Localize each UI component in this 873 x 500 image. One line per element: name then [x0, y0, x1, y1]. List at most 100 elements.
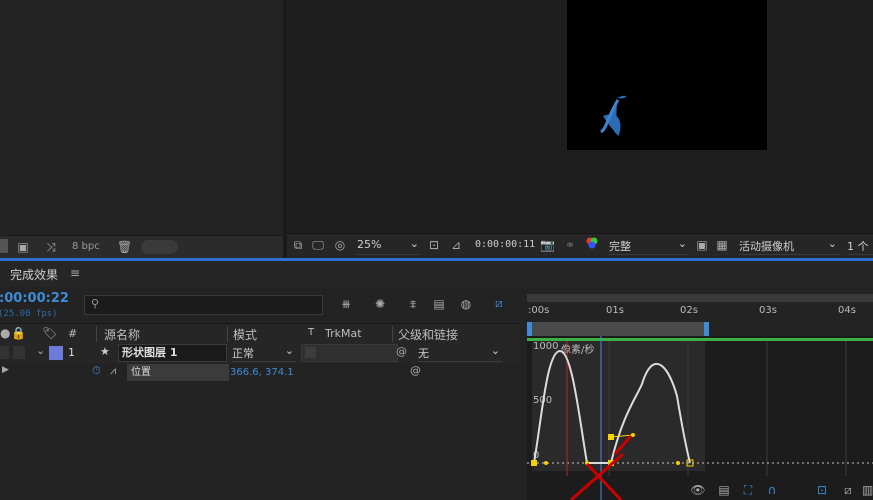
column-mode[interactable]: 模式: [233, 326, 257, 343]
lock-icon[interactable]: 🔒: [11, 325, 26, 341]
layer-number: 1: [68, 346, 75, 359]
monitor-icon[interactable]: 🖵: [311, 237, 325, 253]
property-name[interactable]: 位置: [127, 364, 229, 381]
column-divider: [96, 326, 97, 342]
chevron-down-icon: ⌄: [490, 344, 500, 357]
lock-toggle[interactable]: [13, 346, 25, 359]
layer-name[interactable]: 形状图层 1: [118, 344, 227, 362]
composition-canvas[interactable]: [567, 0, 767, 150]
draft-3d-icon[interactable]: ✺: [371, 296, 389, 312]
resolution-dropdown[interactable]: 完整 ⌄: [609, 237, 689, 255]
speed-graph[interactable]: [527, 336, 873, 500]
property-value[interactable]: 366.6, 374.1: [230, 367, 294, 378]
resolution-icon[interactable]: ⊡: [427, 237, 441, 253]
mode-dropdown[interactable]: 正常 ⌄: [232, 344, 296, 362]
trkmat-box[interactable]: [301, 344, 398, 362]
graph-toolbar: 👁 ▤ ⛶ ∩ ⊡ ⧄ ▥: [690, 480, 873, 500]
viewer-toolbar: ⧉ 🖵 ◎ 25% ⌄ ⊡ ⊿ 0:00:00:11 📷 ⚭ 完整 ⌄ ▣ ▦ …: [287, 233, 873, 258]
fit-all-icon[interactable]: ⧄: [840, 482, 856, 498]
flowchart-icon[interactable]: ⤨: [42, 239, 60, 255]
column-source-name[interactable]: 源名称: [104, 326, 140, 343]
zoom-value: 25%: [357, 238, 382, 251]
camera-value: 活动摄像机: [739, 240, 794, 253]
chevron-down-icon: ⌄: [409, 237, 419, 250]
motion-blur-icon[interactable]: ▤: [430, 296, 448, 312]
current-time[interactable]: 0:00:00:22: [0, 291, 69, 306]
stopwatch-icon[interactable]: ⏱: [92, 364, 101, 378]
frame-blending-icon[interactable]: ⩨: [404, 296, 422, 312]
column-parent[interactable]: 父级和链接: [398, 326, 458, 343]
chevron-down-icon: ⌄: [677, 237, 687, 250]
layer-search-input[interactable]: ⚲: [84, 295, 323, 315]
bpc-label[interactable]: 8 bpc: [72, 241, 100, 252]
column-divider: [392, 326, 393, 342]
layer-column-header: ● 🔒 🏷 # 源名称 模式 T TrkMat 父级和链接: [0, 323, 520, 345]
work-area-bar[interactable]: [527, 322, 709, 336]
column-trkmat[interactable]: TrkMat: [325, 327, 362, 340]
delete-icon[interactable]: 🗑: [117, 239, 132, 255]
parent-dropdown[interactable]: 无 ⌄: [418, 344, 502, 362]
expand-arrow-icon[interactable]: ▶: [2, 365, 9, 375]
transparency-grid-icon[interactable]: ▦: [715, 237, 729, 253]
column-t: T: [308, 327, 315, 338]
time-tick-label: 03s: [759, 305, 777, 316]
views-dropdown[interactable]: 1 个: [847, 238, 873, 255]
graph-type-icon[interactable]: ▤: [716, 482, 732, 498]
camera-dropdown[interactable]: 活动摄像机 ⌄: [739, 237, 839, 255]
chevron-down-icon: ⌄: [827, 237, 837, 250]
visibility-toggle[interactable]: [0, 346, 9, 359]
region-icon[interactable]: ▣: [695, 237, 709, 253]
zoom-extents-icon[interactable]: ▥: [862, 482, 873, 498]
views-value: 1 个: [847, 240, 869, 253]
time-tick-label: 01s: [606, 305, 624, 316]
project-scrollbar[interactable]: [141, 240, 178, 254]
column-hash: #: [68, 327, 78, 340]
trash-small-icon[interactable]: [0, 239, 8, 253]
expand-chevron-icon[interactable]: ⌄: [36, 344, 45, 357]
snap-icon[interactable]: ∩: [764, 482, 780, 498]
time-ruler[interactable]: :00s 01s 02s 03s 04s: [527, 302, 873, 322]
fit-selection-icon[interactable]: ⊡: [814, 482, 830, 498]
layer-row[interactable]: ⌄ 1 ★ 形状图层 1 正常 ⌄ @ 无 ⌄: [0, 343, 520, 363]
chevron-down-icon: ⌄: [284, 344, 294, 357]
timeline-tab[interactable]: 完成效果: [10, 266, 58, 283]
star-icon: ★: [100, 345, 110, 358]
camera-icon[interactable]: 📷: [540, 237, 555, 253]
mask-icon[interactable]: ◎: [332, 237, 348, 253]
channel-icon[interactable]: ⚭: [563, 237, 577, 253]
color-rgb-icon[interactable]: [585, 237, 599, 253]
layer-label-color[interactable]: [49, 346, 63, 360]
leaf-shape: [600, 95, 626, 136]
time-navigator[interactable]: [527, 294, 873, 302]
mode-value: 正常: [232, 347, 254, 360]
property-row[interactable]: ▶ ⏱ ⩘ 位置 366.6, 374.1 @: [0, 363, 520, 383]
always-preview-icon[interactable]: ⧉: [291, 237, 305, 253]
time-tick-label: 02s: [680, 305, 698, 316]
graph-editor-icon[interactable]: ⧄: [490, 295, 508, 311]
eye-icon[interactable]: 👁: [690, 482, 706, 498]
tab-menu-icon[interactable]: ≡: [70, 266, 80, 280]
graph-editor[interactable]: 1000 像素/秒 500 0: [527, 336, 873, 500]
project-footer: ▣ ⤨ 8 bpc 🗑: [0, 235, 283, 258]
project-panel: [0, 0, 283, 258]
label-icon[interactable]: 🏷: [42, 325, 57, 341]
solo-icon[interactable]: ●: [0, 325, 10, 341]
shy-layers-icon[interactable]: ⧻: [337, 296, 355, 312]
trkmat-checkbox[interactable]: [305, 347, 316, 358]
pickwhip-icon[interactable]: @: [396, 345, 407, 358]
resolution-value: 完整: [609, 240, 631, 253]
parent-value: 无: [418, 347, 429, 360]
graph-icon[interactable]: ⩘: [110, 364, 116, 378]
transform-box-icon[interactable]: ⛶: [740, 482, 756, 498]
viewer-timecode[interactable]: 0:00:00:11: [475, 239, 535, 250]
column-divider: [227, 326, 228, 342]
brainstorm-icon[interactable]: ◍: [457, 296, 475, 312]
time-tick-label: 04s: [838, 305, 856, 316]
composition-icon[interactable]: ▣: [14, 239, 32, 255]
pickwhip-icon[interactable]: @: [410, 364, 421, 377]
search-icon: ⚲: [91, 297, 100, 310]
timeline-tabbar: 完成效果 ≡: [0, 261, 873, 287]
time-tick-label: :00s: [528, 305, 550, 316]
crop-icon[interactable]: ⊿: [449, 237, 463, 253]
zoom-dropdown[interactable]: 25% ⌄: [357, 237, 421, 255]
